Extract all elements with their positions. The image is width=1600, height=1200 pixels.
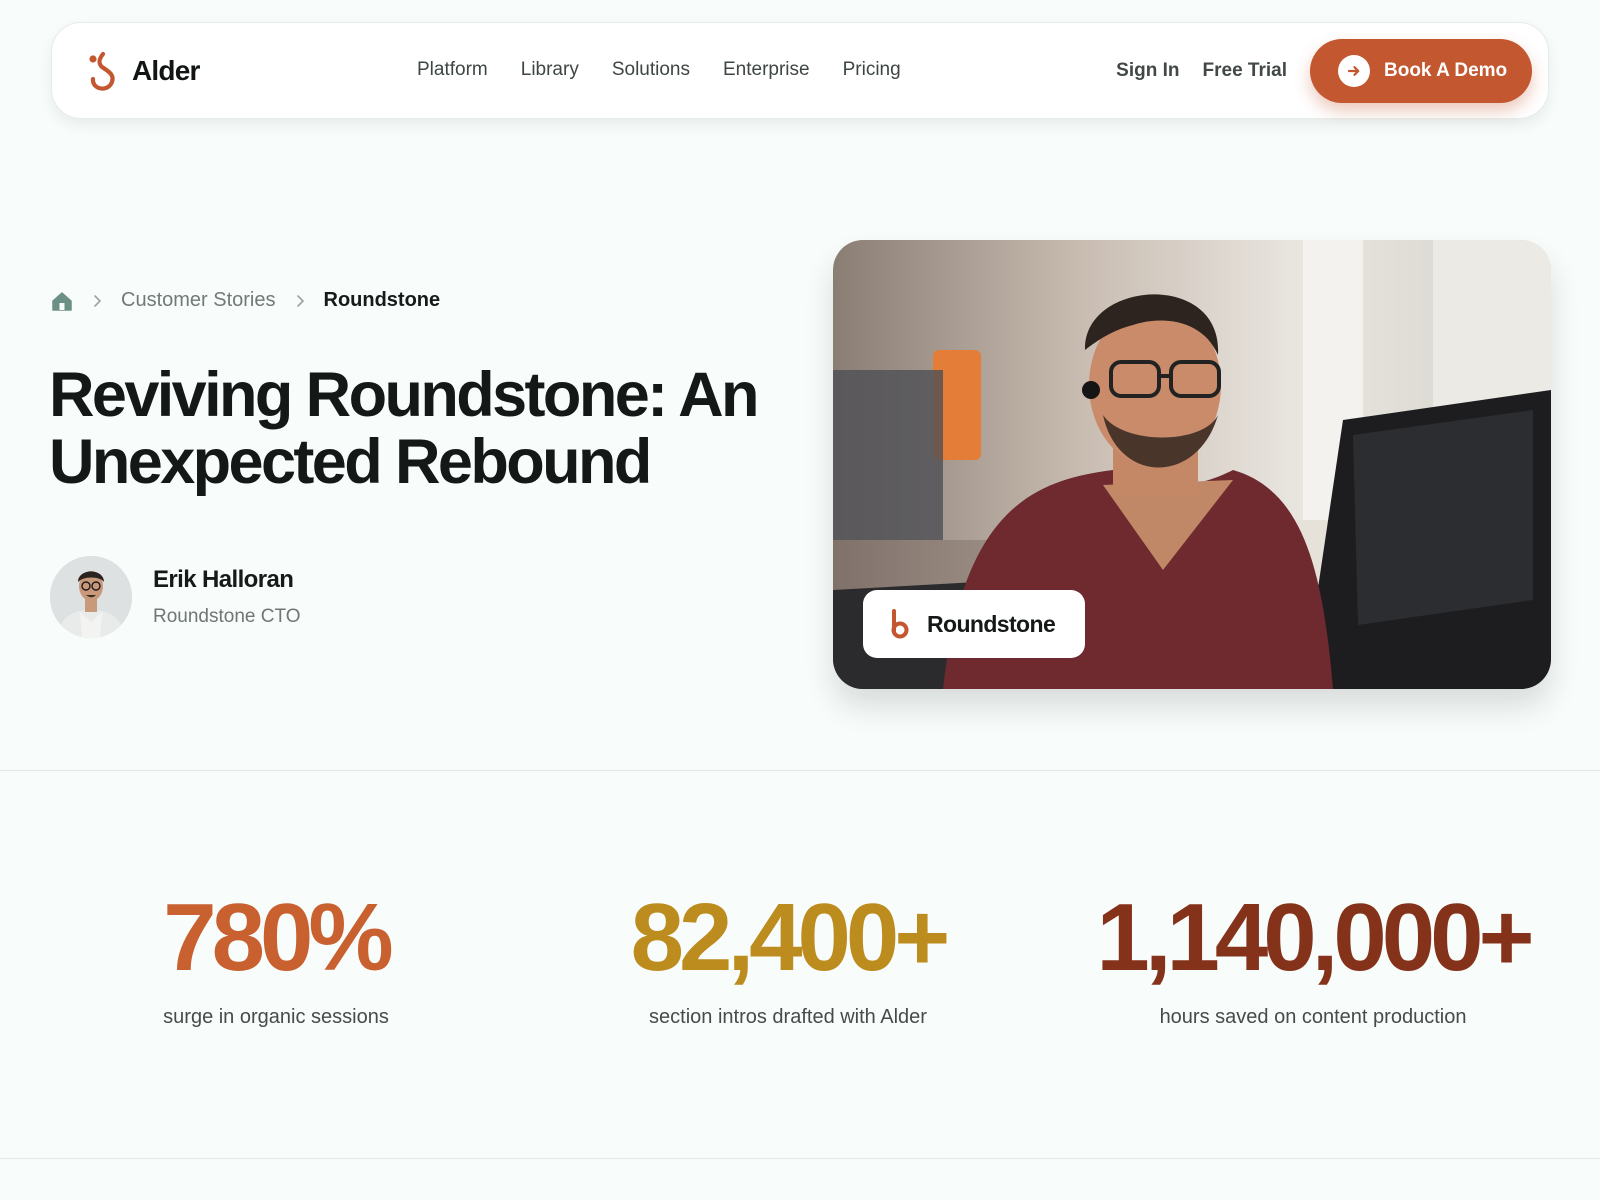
nav-link-library[interactable]: Library <box>521 59 579 81</box>
hero-image: Roundstone <box>833 240 1551 689</box>
book-demo-label: Book A Demo <box>1384 60 1508 81</box>
breadcrumb-customer-stories[interactable]: Customer Stories <box>121 289 276 312</box>
stat-label: hours saved on content production <box>1159 1006 1467 1028</box>
author-block: Erik Halloran Roundstone CTO <box>50 556 301 638</box>
chevron-right-icon <box>296 294 304 307</box>
author-name: Erik Halloran <box>153 566 294 593</box>
author-info: Erik Halloran Roundstone CTO <box>153 566 301 628</box>
section-divider <box>0 1158 1600 1159</box>
stat-organic-sessions: 780% surge in organic sessions <box>76 888 476 1029</box>
author-role: Roundstone CTO <box>153 606 301 627</box>
stat-value: 780% <box>163 884 394 991</box>
breadcrumb: Customer Stories Roundstone <box>51 289 440 312</box>
company-badge-label: Roundstone <box>927 610 1056 637</box>
nav-link-solutions[interactable]: Solutions <box>612 59 690 81</box>
stat-hours-saved: 1,140,000+ hours saved on content produc… <box>1066 888 1560 1029</box>
chevron-right-icon <box>94 294 102 307</box>
nav-link-pricing[interactable]: Pricing <box>843 59 901 81</box>
home-icon[interactable] <box>51 290 73 312</box>
page-title-line-1: Reviving Roundstone: An <box>49 360 759 430</box>
page-title: Reviving Roundstone: An Unexpected Rebou… <box>49 362 789 496</box>
stat-value: 1,140,000+ <box>1096 884 1534 991</box>
nav-link-enterprise[interactable]: Enterprise <box>723 59 810 81</box>
page-title-line-2: Unexpected Rebound <box>49 427 652 497</box>
free-trial-link[interactable]: Free Trial <box>1203 60 1288 82</box>
roundstone-logo-icon <box>891 609 909 639</box>
nav-actions: Sign In Free Trial Book A Demo <box>1116 39 1532 103</box>
book-demo-button[interactable]: Book A Demo <box>1310 39 1532 103</box>
author-avatar <box>50 556 132 638</box>
stat-value: 82,400+ <box>630 884 951 991</box>
brand-name: Alder <box>132 55 200 86</box>
stat-label: section intros drafted with Alder <box>649 1006 927 1028</box>
stat-label: surge in organic sessions <box>163 1006 389 1028</box>
brand-logo-link[interactable]: Alder <box>86 51 200 91</box>
sign-in-link[interactable]: Sign In <box>1116 60 1179 82</box>
alder-logo-icon <box>89 51 115 91</box>
primary-nav-links: Platform Library Solutions Enterprise Pr… <box>417 59 901 81</box>
stat-section-intros: 82,400+ section intros drafted with Alde… <box>588 888 988 1029</box>
top-navigation: Alder Platform Library Solutions Enterpr… <box>51 22 1549 119</box>
arrow-right-icon <box>1338 55 1370 87</box>
section-divider <box>0 770 1600 771</box>
breadcrumb-current: Roundstone <box>323 289 441 311</box>
company-badge: Roundstone <box>863 590 1085 658</box>
nav-link-platform[interactable]: Platform <box>417 59 488 81</box>
